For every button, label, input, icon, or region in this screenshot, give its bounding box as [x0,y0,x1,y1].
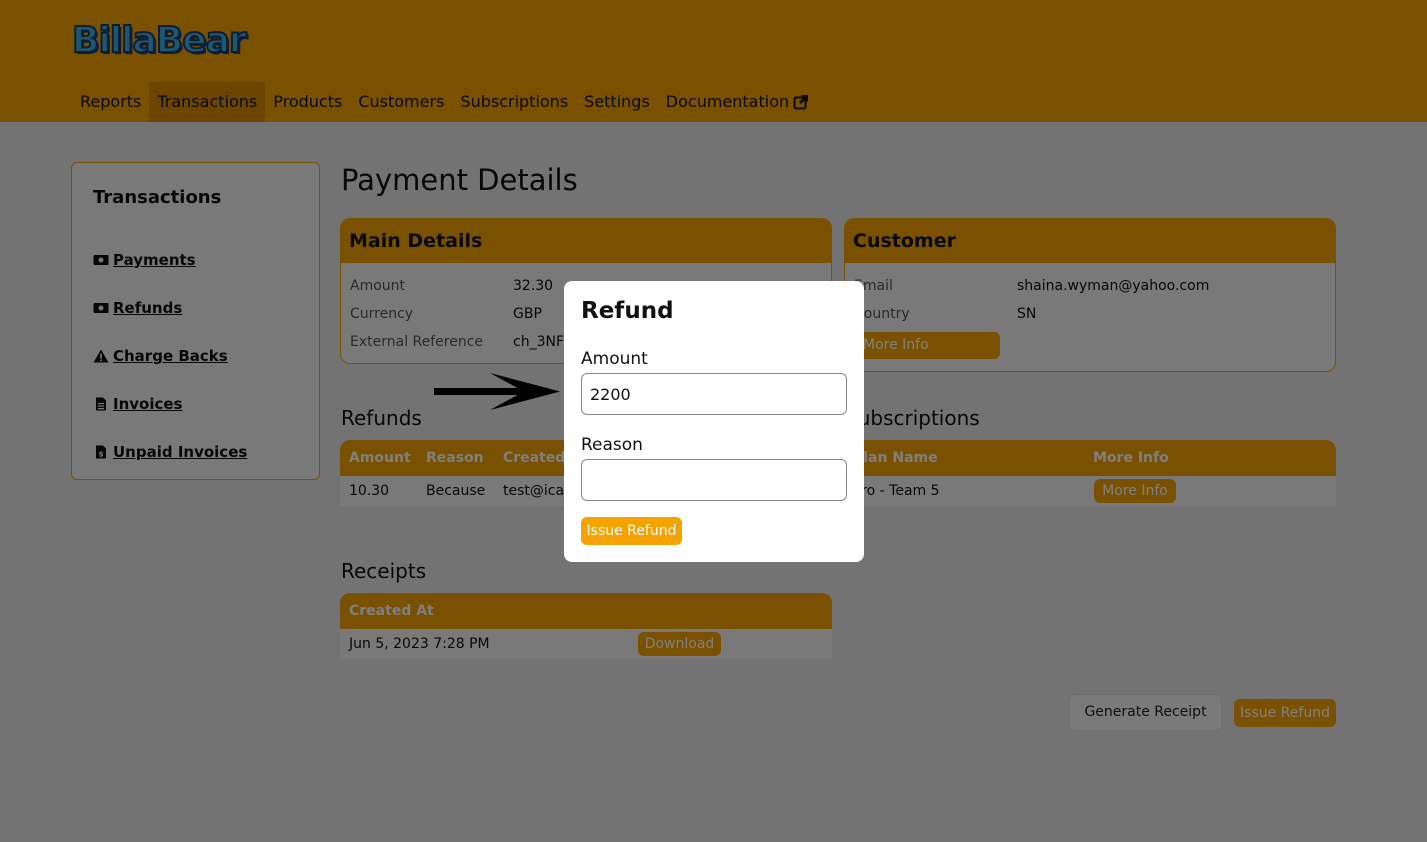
modal-title: Refund [581,298,674,324]
refund-reason-input[interactable] [581,459,847,501]
modal-issue-refund-button[interactable]: Issue Refund [581,517,682,545]
refund-amount-input[interactable] [581,373,847,415]
amount-field-label: Amount [581,349,648,369]
reason-field-label: Reason [581,435,643,455]
arrow-right-icon [434,373,560,410]
refund-modal: Refund Amount Reason Issue Refund [564,281,864,562]
